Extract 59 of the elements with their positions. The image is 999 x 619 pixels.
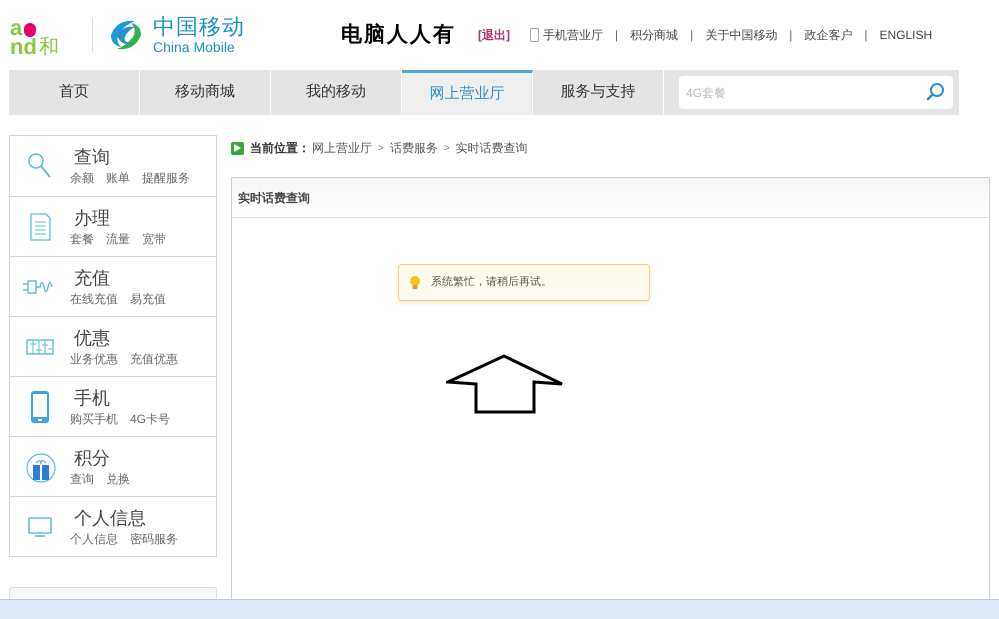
breadcrumb-link[interactable]: 实时话费查询 — [456, 139, 528, 157]
sidebar-link[interactable]: 余额 — [70, 169, 94, 187]
separator: | — [864, 27, 868, 44]
breadcrumb-link[interactable]: 话费服务 — [390, 139, 438, 157]
sidebar-item-title: 优惠 — [74, 326, 111, 350]
header-link[interactable]: 手机营业厅 — [543, 26, 603, 44]
sidebar-item-title: 手机 — [74, 386, 111, 410]
overlay-caption: 电脑人人有 — [341, 21, 456, 48]
header-link[interactable]: 积分商城 — [630, 26, 678, 44]
breadcrumb-label: 当前位置： — [250, 140, 310, 157]
sidebar-item-title: 充值 — [74, 266, 111, 290]
nav-tab[interactable]: 首页 — [9, 70, 140, 115]
sidebar-link[interactable]: 个人信息 — [70, 530, 118, 548]
play-icon — [231, 142, 244, 154]
sidebar-link[interactable]: 兑换 — [106, 470, 130, 488]
sidebar-link[interactable]: 流量 — [106, 230, 130, 248]
sidebar-link[interactable]: 4G卡号 — [130, 410, 170, 428]
header-link[interactable]: 关于中国移动 — [705, 26, 778, 44]
sidebar-item[interactable]: 积分 查询 兑换 — [10, 436, 216, 496]
breadcrumb-separator: > — [444, 142, 450, 156]
sidebar-link[interactable]: 提醒服务 — [142, 169, 190, 187]
sidebar-link[interactable]: 查询 — [70, 470, 94, 488]
sidebar-link[interactable]: 宽带 — [142, 230, 166, 248]
phone-icon — [530, 28, 539, 42]
sidebar-link[interactable]: 密码服务 — [130, 530, 178, 548]
sidebar-link[interactable]: 套餐 — [70, 230, 94, 248]
sidebar-item[interactable]: 办理 套餐 流量 宽带 — [10, 196, 216, 256]
search-field[interactable]: 4G套餐 — [679, 76, 953, 109]
separator: | — [615, 27, 618, 44]
separator: | — [789, 27, 792, 44]
sidebar-item[interactable]: 查询 余额 账单 提醒服务 — [10, 136, 216, 196]
sidebar-link[interactable]: 购买手机 — [70, 410, 118, 428]
separator: | — [690, 27, 694, 44]
header-link[interactable]: ENGLISH — [880, 26, 932, 44]
sidebar-item[interactable]: 充值 在线充值 易充值 — [10, 256, 216, 316]
sidebar-item[interactable]: 优惠 业务优惠 充值优惠 — [10, 316, 216, 376]
sidebar-item-title: 积分 — [74, 446, 111, 470]
sidebar-item-title: 查询 — [74, 146, 111, 169]
sidebar-item[interactable]: 手机 购买手机 4G卡号 — [10, 376, 216, 436]
nav-tab[interactable]: 移动商城 — [140, 70, 271, 115]
sidebar-link[interactable]: 业务优惠 — [70, 350, 118, 368]
header-link[interactable]: 政企客户 — [804, 26, 852, 44]
nav-tab[interactable]: 服务与支持 — [533, 70, 664, 115]
sidebar-item[interactable]: 个人信息 个人信息 密码服务 — [10, 496, 216, 556]
company-logo: 中国移动 China Mobile — [105, 15, 245, 55]
search-icon[interactable] — [925, 82, 945, 102]
logout-link[interactable]: [退出] — [478, 26, 510, 44]
sidebar-link[interactable]: 账单 — [106, 169, 130, 187]
sidebar-link[interactable]: 在线充值 — [70, 290, 118, 308]
sidebar-item-title: 办理 — [74, 206, 111, 230]
notice-text: 系统繁忙，请稍后再试。 — [431, 274, 552, 290]
sidebar-item-title: 个人信息 — [74, 506, 147, 530]
panel-title: 实时话费查询 — [238, 190, 310, 206]
breadcrumb-separator: > — [378, 142, 384, 156]
breadcrumb-link[interactable]: 网上营业厅 — [312, 139, 372, 157]
sidebar-link[interactable]: 充值优惠 — [130, 350, 178, 368]
lightbulb-icon — [409, 274, 421, 290]
sidebar-link[interactable]: 易充值 — [130, 290, 166, 308]
brand-logo: a nd和 — [10, 14, 60, 57]
